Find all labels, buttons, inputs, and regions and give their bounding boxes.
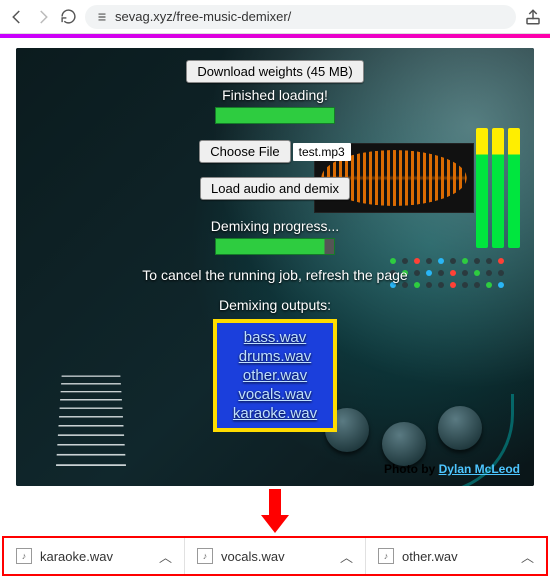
download-item[interactable]: ♪vocals.wav ︿ <box>185 538 366 574</box>
download-item[interactable]: ♪karaoke.wav ︿ <box>4 538 185 574</box>
file-icon: ♪ <box>197 548 213 564</box>
download-weights-button[interactable]: Download weights (45 MB) <box>186 60 363 83</box>
hero-panel: Download weights (45 MB) Finished loadin… <box>16 48 534 486</box>
loading-status: Finished loading! <box>222 87 328 103</box>
demix-progress-label: Demixing progress... <box>211 218 339 234</box>
load-audio-demix-button[interactable]: Load audio and demix <box>200 177 350 200</box>
chosen-file-label: test.mp3 <box>293 143 351 161</box>
outputs-box: bass.wav drums.wav other.wav vocals.wav … <box>213 319 337 432</box>
file-icon: ♪ <box>378 548 394 564</box>
downloads-bar: ♪karaoke.wav ︿ ♪vocals.wav ︿ ♪other.wav … <box>2 536 548 576</box>
share-icon[interactable] <box>524 8 542 26</box>
chevron-up-icon[interactable]: ︿ <box>521 547 534 566</box>
reload-icon[interactable] <box>60 8 77 25</box>
choose-file-button[interactable]: Choose File <box>199 140 290 163</box>
output-link[interactable]: bass.wav <box>244 329 307 346</box>
url-text: sevag.xyz/free-music-demixer/ <box>115 9 291 24</box>
photo-credit-link[interactable]: Dylan McLeod <box>439 462 520 476</box>
chevron-up-icon[interactable]: ︿ <box>340 547 353 566</box>
demix-progress-bar <box>215 238 335 255</box>
address-bar[interactable]: sevag.xyz/free-music-demixer/ <box>85 5 516 29</box>
site-info-icon[interactable] <box>95 10 109 24</box>
output-link[interactable]: vocals.wav <box>238 386 311 403</box>
chevron-up-icon[interactable]: ︿ <box>159 547 172 566</box>
download-item[interactable]: ♪other.wav ︿ <box>366 538 546 574</box>
accent-bar <box>0 34 550 38</box>
forward-icon[interactable] <box>34 8 52 26</box>
photo-credit: Photo by Dylan McLeod <box>384 462 520 476</box>
browser-toolbar: sevag.xyz/free-music-demixer/ <box>0 0 550 34</box>
outputs-heading: Demixing outputs: <box>219 297 331 313</box>
file-icon: ♪ <box>16 548 32 564</box>
output-link[interactable]: other.wav <box>243 367 307 384</box>
loading-progress-bar <box>215 107 335 124</box>
output-link[interactable]: drums.wav <box>239 348 312 365</box>
back-icon[interactable] <box>8 8 26 26</box>
output-link[interactable]: karaoke.wav <box>233 405 317 422</box>
annotation-arrow <box>0 489 550 533</box>
cancel-hint: To cancel the running job, refresh the p… <box>142 267 407 283</box>
